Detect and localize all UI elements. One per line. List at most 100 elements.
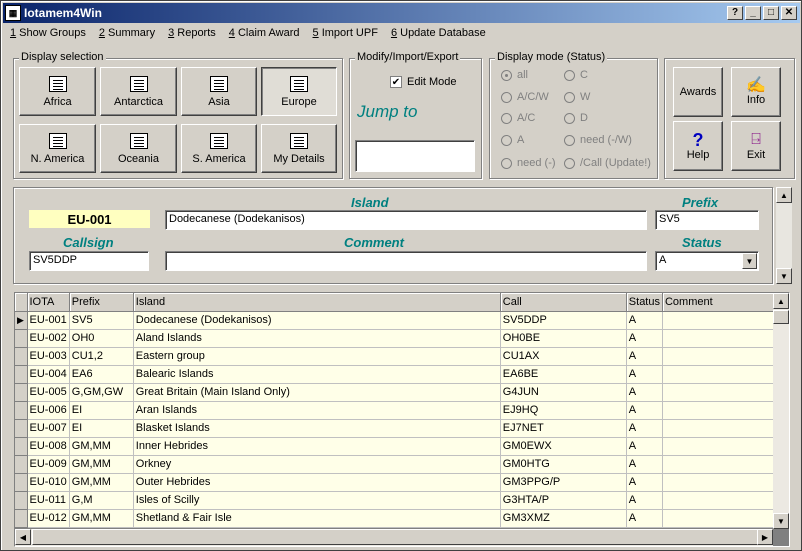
cell-prefix[interactable]: CU1,2: [69, 347, 134, 366]
cell-status[interactable]: A: [626, 347, 663, 366]
cell-call[interactable]: OH0BE: [500, 329, 627, 348]
cell-comment[interactable]: [662, 509, 777, 528]
cell-prefix[interactable]: EA6: [69, 365, 134, 384]
cell-iota[interactable]: EU-003: [27, 347, 70, 366]
table-row[interactable]: EU-007 EI Blasket Islands EJ7NET A: [15, 419, 777, 438]
hscroll-thumb[interactable]: [32, 529, 758, 545]
column-call[interactable]: Call: [500, 293, 627, 312]
radio-c[interactable]: C: [564, 69, 588, 81]
table-scrollbar[interactable]: ▲ ▼: [773, 293, 789, 529]
table-row[interactable]: EU-006 EI Aran Islands EJ9HQ A: [15, 401, 777, 420]
column-island[interactable]: Island: [133, 293, 501, 312]
cell-prefix[interactable]: SV5: [69, 311, 134, 330]
cell-comment[interactable]: [662, 455, 777, 474]
column-comment[interactable]: Comment: [662, 293, 777, 312]
row-indicator[interactable]: [15, 509, 28, 528]
radio-need[interactable]: need (-): [501, 157, 556, 169]
cell-comment[interactable]: [662, 437, 777, 456]
cell-comment[interactable]: [662, 365, 777, 384]
cell-island[interactable]: Isles of Scilly: [133, 491, 501, 510]
scroll-up-icon[interactable]: ▲: [773, 293, 789, 309]
radio-call-update[interactable]: /Call (Update!): [564, 157, 651, 169]
status-select[interactable]: A ▼: [655, 251, 759, 271]
cell-prefix[interactable]: GM,MM: [69, 473, 134, 492]
cell-iota[interactable]: EU-009: [27, 455, 70, 474]
menu-summary[interactable]: 2 Summary: [92, 27, 161, 39]
cell-iota[interactable]: EU-007: [27, 419, 70, 438]
table-row[interactable]: EU-009 GM,MM Orkney GM0HTG A: [15, 455, 777, 474]
help-title-button[interactable]: ?: [727, 6, 743, 20]
cell-status[interactable]: A: [626, 419, 663, 438]
cell-prefix[interactable]: GM,MM: [69, 509, 134, 528]
europe-button[interactable]: Europe: [261, 67, 337, 116]
cell-iota[interactable]: EU-012: [27, 509, 70, 528]
table-row[interactable]: EU-012 GM,MM Shetland & Fair Isle GM3XMZ A: [15, 509, 777, 528]
cell-call[interactable]: SV5DDP: [500, 311, 627, 330]
cell-call[interactable]: G4JUN: [500, 383, 627, 402]
cell-island[interactable]: Shetland & Fair Isle: [133, 509, 501, 528]
callsign-field[interactable]: SV5DDP: [29, 251, 149, 271]
menu-claim-award[interactable]: 4 Claim Award: [222, 27, 306, 39]
island-field[interactable]: Dodecanese (Dodekanisos): [165, 210, 647, 230]
cell-comment[interactable]: [662, 347, 777, 366]
scroll-right-icon[interactable]: ▶: [757, 529, 773, 545]
column-prefix[interactable]: Prefix: [69, 293, 134, 312]
cell-prefix[interactable]: G,GM,GW: [69, 383, 134, 402]
my-details-button[interactable]: My Details: [261, 124, 337, 173]
scroll-thumb[interactable]: [773, 310, 789, 324]
cell-comment[interactable]: [662, 329, 777, 348]
cell-island[interactable]: Aran Islands: [133, 401, 501, 420]
cell-status[interactable]: A: [626, 473, 663, 492]
oceania-button[interactable]: Oceania: [100, 124, 177, 173]
table-row[interactable]: EU-011 G,M Isles of Scilly G3HTA/P A: [15, 491, 777, 510]
scroll-left-icon[interactable]: ◀: [15, 529, 31, 545]
cell-call[interactable]: G3HTA/P: [500, 491, 627, 510]
cell-iota[interactable]: EU-006: [27, 401, 70, 420]
cell-comment[interactable]: [662, 401, 777, 420]
radio-all[interactable]: all: [501, 69, 528, 81]
cell-island[interactable]: Balearic Islands: [133, 365, 501, 384]
cell-call[interactable]: GM3XMZ: [500, 509, 627, 528]
cell-island[interactable]: Blasket Islands: [133, 419, 501, 438]
cell-island[interactable]: Inner Hebrides: [133, 437, 501, 456]
cell-call[interactable]: EA6BE: [500, 365, 627, 384]
close-button[interactable]: ✕: [781, 6, 797, 20]
table-row[interactable]: EU-010 GM,MM Outer Hebrides GM3PPG/P A: [15, 473, 777, 492]
south-america-button[interactable]: S. America: [181, 124, 257, 173]
cell-comment[interactable]: [662, 491, 777, 510]
cell-prefix[interactable]: EI: [69, 401, 134, 420]
record-scrollbar[interactable]: ▲ ▼: [776, 187, 792, 284]
cell-iota[interactable]: EU-010: [27, 473, 70, 492]
cell-island[interactable]: Aland Islands: [133, 329, 501, 348]
row-indicator[interactable]: [15, 419, 28, 438]
radio-acw[interactable]: A/C/W: [501, 91, 549, 103]
column-iota[interactable]: IOTA: [27, 293, 70, 312]
cell-prefix[interactable]: OH0: [69, 329, 134, 348]
radio-ac[interactable]: A/C: [501, 112, 535, 124]
radio-a[interactable]: A: [501, 134, 524, 146]
table-row[interactable]: EU-002 OH0 Aland Islands OH0BE A: [15, 329, 777, 348]
jump-to-input[interactable]: [355, 140, 475, 172]
cell-comment[interactable]: [662, 311, 777, 330]
cell-iota[interactable]: EU-011: [27, 491, 70, 510]
cell-iota[interactable]: EU-008: [27, 437, 70, 456]
row-indicator[interactable]: [15, 383, 28, 402]
iota-app-icon[interactable]: ▦: [5, 5, 21, 21]
cell-call[interactable]: EJ9HQ: [500, 401, 627, 420]
info-button[interactable]: ✍ Info: [731, 67, 781, 117]
help-button[interactable]: ? Help: [673, 121, 723, 171]
row-indicator[interactable]: [15, 473, 28, 492]
cell-prefix[interactable]: GM,MM: [69, 455, 134, 474]
table-row[interactable]: EU-008 GM,MM Inner Hebrides GM0EWX A: [15, 437, 777, 456]
cell-island[interactable]: Dodecanese (Dodekanisos): [133, 311, 501, 330]
radio-w[interactable]: W: [564, 91, 590, 103]
antarctica-button[interactable]: Antarctica: [100, 67, 177, 116]
exit-button[interactable]: ⍈ Exit: [731, 121, 781, 171]
cell-status[interactable]: A: [626, 437, 663, 456]
maximize-button[interactable]: □: [763, 6, 779, 20]
cell-prefix[interactable]: GM,MM: [69, 437, 134, 456]
scroll-down-icon[interactable]: ▼: [776, 268, 792, 284]
cell-status[interactable]: A: [626, 455, 663, 474]
minimize-button[interactable]: _: [745, 6, 761, 20]
row-indicator[interactable]: [15, 455, 28, 474]
